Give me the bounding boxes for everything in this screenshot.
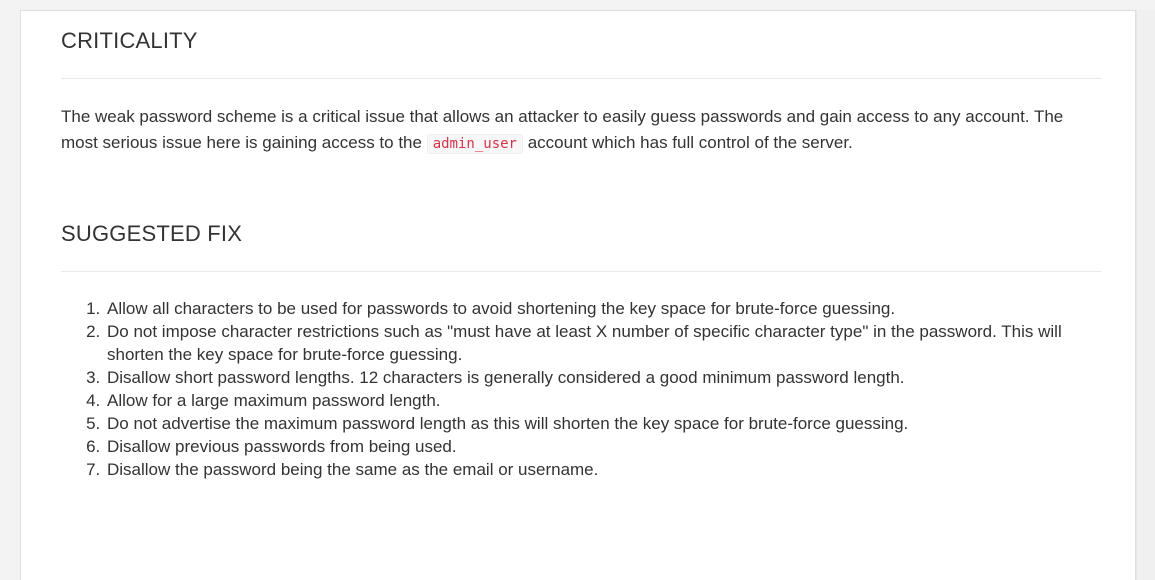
list-item: Allow all characters to be used for pass… (105, 297, 1101, 320)
suggested-fix-section: SUGGESTED FIX Allow all characters to be… (61, 220, 1101, 481)
criticality-divider (61, 78, 1101, 79)
suggested-fix-list: Allow all characters to be used for pass… (61, 297, 1101, 481)
suggested-fix-divider (61, 271, 1101, 272)
list-item: Disallow the password being the same as … (105, 458, 1101, 481)
report-content: CRITICALITY The weak password scheme is … (61, 11, 1101, 481)
list-item: Do not impose character restrictions suc… (105, 320, 1101, 366)
criticality-heading: CRITICALITY (61, 28, 198, 53)
page-frame: CRITICALITY The weak password scheme is … (0, 0, 1155, 580)
suggested-fix-heading: SUGGESTED FIX (61, 221, 243, 246)
criticality-text-after: account which has full control of the se… (522, 133, 853, 152)
vertical-scrollbar[interactable] (1136, 10, 1155, 580)
list-item: Do not advertise the maximum password le… (105, 412, 1101, 435)
list-item: Disallow short password lengths. 12 char… (105, 366, 1101, 389)
list-item: Disallow previous passwords from being u… (105, 435, 1101, 458)
criticality-text: The weak password scheme is a critical i… (61, 104, 1101, 157)
list-item: Allow for a large maximum password lengt… (105, 389, 1101, 412)
criticality-section: CRITICALITY The weak password scheme is … (61, 27, 1101, 157)
admin-user-code: admin_user (426, 134, 523, 154)
report-panel: CRITICALITY The weak password scheme is … (20, 10, 1136, 580)
